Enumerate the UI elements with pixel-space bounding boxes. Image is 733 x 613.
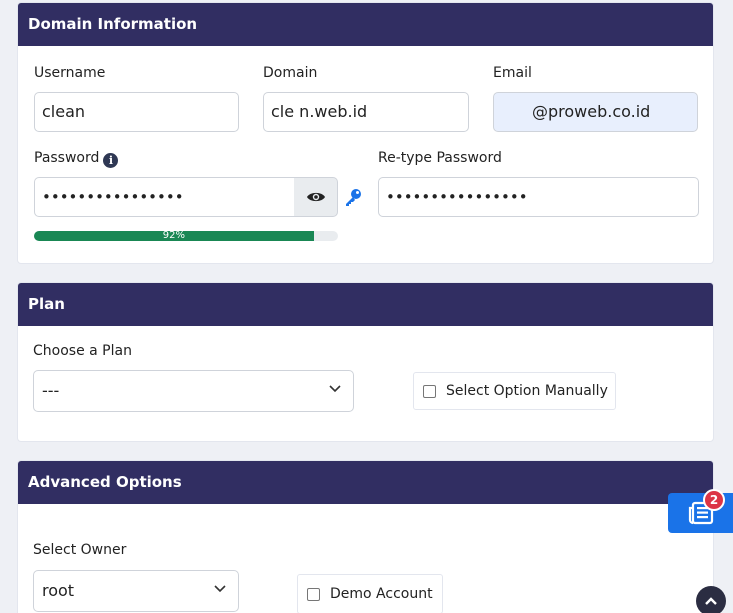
email-input[interactable]: @proweb.co.id	[493, 92, 698, 132]
domain-input[interactable]: cle n.web.id	[263, 92, 469, 132]
retype-password-label: Re-type Password	[378, 150, 502, 166]
password-strength-fill: 92%	[34, 231, 314, 241]
email-label: Email	[493, 65, 532, 81]
key-icon[interactable]	[343, 187, 363, 207]
password-strength-bar: 92%	[34, 231, 338, 241]
plan-title: Plan	[18, 283, 713, 326]
owner-select[interactable]: root	[33, 570, 239, 612]
username-label: Username	[34, 65, 106, 81]
password-input[interactable]: ••••••••••••••••	[34, 177, 295, 217]
plan-select[interactable]: ---	[33, 370, 354, 412]
owner-select-value: root	[42, 581, 75, 600]
select-owner-label: Select Owner	[33, 542, 127, 558]
plan-panel: Plan Choose a Plan --- Select Option Man…	[17, 282, 714, 442]
username-input[interactable]: clean	[34, 92, 239, 132]
select-option-manually-label: Select Option Manually	[446, 383, 608, 399]
select-option-manually-toggle[interactable]: Select Option Manually	[413, 372, 616, 410]
retype-password-input[interactable]: ••••••••••••••••	[378, 177, 699, 217]
domain-information-panel: Domain Information Username clean Domain…	[17, 2, 714, 264]
demo-account-label: Demo Account	[330, 586, 433, 602]
select-option-manually-checkbox[interactable]	[423, 384, 436, 398]
domain-label: Domain	[263, 65, 318, 81]
plan-select-value: ---	[42, 381, 60, 400]
domain-information-title: Domain Information	[18, 3, 713, 46]
email-value: @proweb.co.id	[532, 102, 651, 121]
chevron-up-icon	[705, 597, 717, 605]
advanced-options-panel: Advanced Options Select Owner root Demo …	[17, 460, 714, 613]
advanced-options-title: Advanced Options	[18, 461, 713, 504]
choose-plan-label: Choose a Plan	[33, 343, 132, 359]
password-label-text: Password	[34, 150, 100, 166]
password-label: Password i	[34, 150, 119, 168]
chevron-down-icon	[214, 585, 226, 593]
info-icon[interactable]: i	[103, 153, 119, 168]
demo-account-checkbox[interactable]	[307, 587, 320, 601]
show-password-button[interactable]	[294, 177, 338, 217]
notification-badge: 2	[703, 489, 725, 511]
demo-account-toggle[interactable]: Demo Account	[297, 574, 443, 613]
eye-icon	[306, 192, 325, 202]
chevron-down-icon	[329, 385, 341, 393]
scroll-to-top-button[interactable]	[696, 586, 726, 613]
